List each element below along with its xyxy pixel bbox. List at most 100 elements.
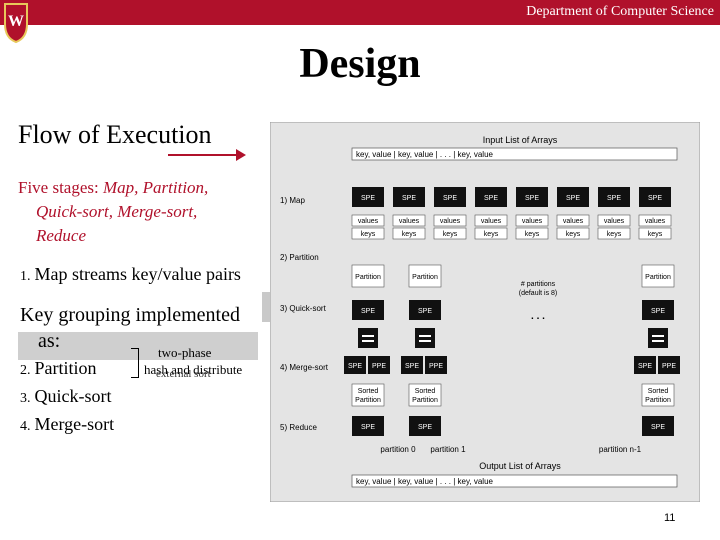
sorted-label: Partition [645,397,671,404]
list-number: 3. [20,391,31,406]
key-grouping-text: Key grouping implemented [20,304,240,326]
spe-label: SPE [361,424,375,431]
spe-label: SPE [638,363,652,370]
partition-0-label: partition 0 [380,445,416,454]
stage-label-partition: 2) Partition [280,253,319,262]
equals-icon [362,340,374,342]
list-number: 2. [20,363,31,378]
stages-label: Five stages: [18,178,99,197]
note-external-sort: external sort [156,368,211,380]
list-number: 4. [20,419,31,434]
partition-label: Partition [645,274,671,281]
page-number: 11 [664,512,676,524]
partitions-default-note: (default is 8) [519,290,558,297]
spe-label: SPE [402,195,416,202]
spe-label: SPE [405,363,419,370]
values-label: values [440,218,461,225]
spe-label: SPE [443,195,457,202]
arrow-line [168,154,240,156]
equals-icon [652,340,664,342]
department-name: Department of Computer Science [526,4,714,19]
spe-label: SPE [348,363,362,370]
keys-label: keys [648,231,663,238]
input-row: key, value | key, value | . . . | key, v… [356,150,494,159]
stages-text: Five stages: Map, Partition, Quick-sort,… [18,176,268,248]
keys-label: keys [566,231,581,238]
header-bar: W Department of Computer Science [0,0,720,44]
keys-label: keys [443,231,458,238]
arrow-right-icon [236,149,246,161]
values-label: values [358,218,379,225]
list-item: 3. Quick-sort [20,386,111,407]
list-item-text: Merge-sort [34,414,115,434]
equals-icon [419,340,431,342]
bracket-icon [131,348,139,378]
spe-label: SPE [566,195,580,202]
sorted-label: Sorted [415,388,436,395]
values-label: values [481,218,502,225]
equals-icon [362,335,374,337]
spe-label: SPE [525,195,539,202]
svg-text:W: W [8,13,24,30]
output-title: Output List of Arrays [479,461,561,471]
keys-label: keys [525,231,540,238]
list-item-text: Quick-sort [34,386,112,406]
stages-items-3: Reduce [36,226,87,245]
ppe-label: PPE [662,363,676,370]
values-label: values [563,218,584,225]
ppe-label: PPE [372,363,386,370]
stage-label-quicksort: 3) Quick-sort [280,304,327,313]
slide-title: Design [299,41,421,87]
merge-box [358,328,378,348]
list-number: 1. [20,269,31,284]
spe-label: SPE [484,195,498,202]
slide-subtitle: Flow of Execution [18,120,212,149]
list-item: 4. Merge-sort [20,414,114,435]
values-label: values [522,218,543,225]
spe-label: SPE [418,308,432,315]
stage-label-mergesort: 4) Merge-sort [280,363,329,372]
partition-n-label: partition n-1 [599,445,642,454]
ppe-label: PPE [429,363,443,370]
stage-label-map: 1) Map [280,196,305,205]
keys-label: keys [402,231,417,238]
keys-label: keys [484,231,499,238]
values-label: values [399,218,420,225]
spe-label: SPE [361,308,375,315]
partition-label: Partition [355,274,381,281]
spe-label: SPE [418,424,432,431]
spe-label: SPE [651,424,665,431]
sorted-label: Sorted [648,388,669,395]
values-label: values [604,218,625,225]
values-label: values [645,218,666,225]
sorted-label: Partition [412,397,438,404]
list-item: 2. Partition [20,358,97,379]
spe-label: SPE [651,308,665,315]
list-item: 1. Map streams key/value pairs [20,264,241,285]
input-title: Input List of Arrays [483,135,558,145]
list-item-text: Map streams key/value pairs [34,264,241,284]
keys-label: keys [361,231,376,238]
execution-flow-diagram: Input List of Arrays key, value | key, v… [270,122,700,502]
university-crest-icon: W [4,3,28,44]
equals-icon [652,335,664,337]
spe-label: SPE [607,195,621,202]
stages-items-1: Map, Partition, [103,178,209,197]
merge-box [415,328,435,348]
partition-label: Partition [412,274,438,281]
stages-items-2: Quick-sort, Merge-sort, [36,202,198,221]
key-grouping-text-2: as: [38,330,61,352]
sorted-label: Sorted [358,388,379,395]
equals-icon [419,335,431,337]
stage-label-reduce: 5) Reduce [280,423,317,432]
keys-label: keys [607,231,622,238]
spe-label: SPE [361,195,375,202]
spe-label: SPE [648,195,662,202]
partition-1-label: partition 1 [430,445,466,454]
partitions-note: # partitions [521,281,556,288]
output-row: key, value | key, value | . . . | key, v… [356,477,494,486]
merge-box [648,328,668,348]
list-item-text: Partition [34,358,97,378]
ellipsis: . . . [531,311,545,322]
sorted-label: Partition [355,397,381,404]
